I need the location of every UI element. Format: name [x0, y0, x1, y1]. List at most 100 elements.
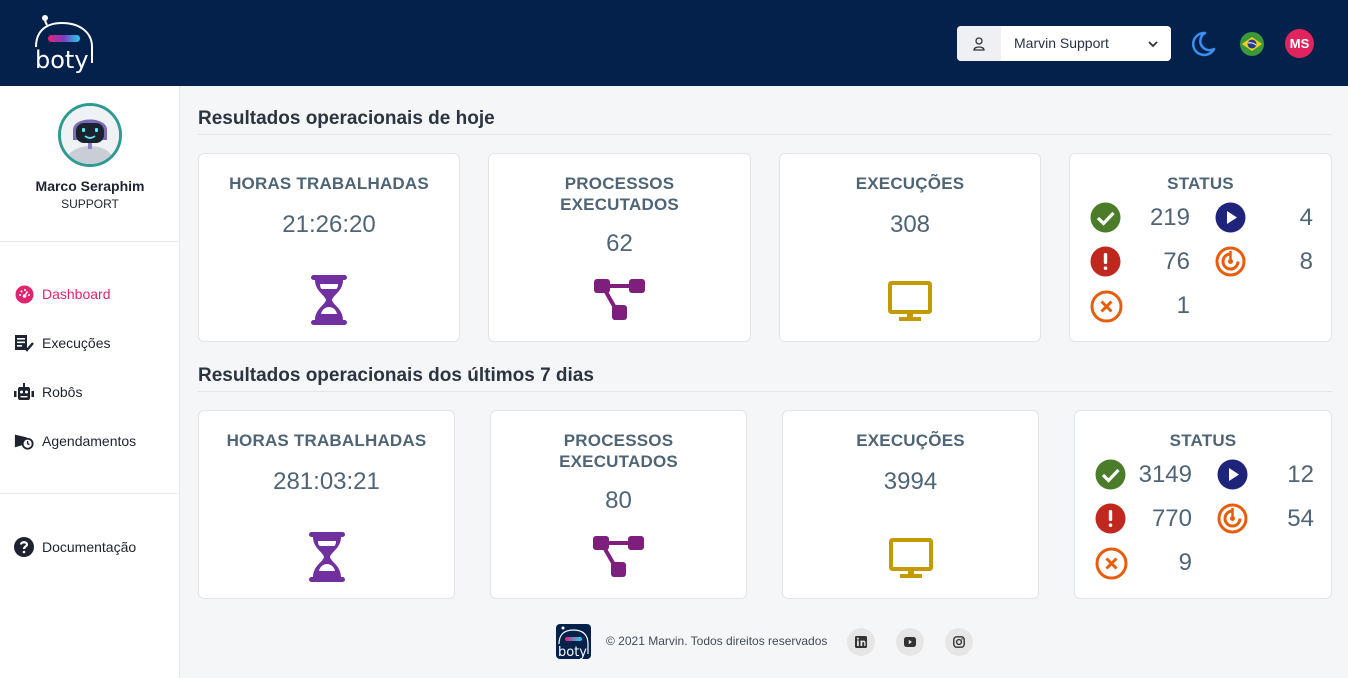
question-circle-icon	[14, 537, 34, 557]
user-select-dropdown[interactable]: Marvin Support	[957, 26, 1171, 61]
footer-boty-logo: boty	[556, 624, 591, 659]
card-title-line: PROCESSOS	[564, 174, 675, 193]
sidebar-item-agendamentos[interactable]: Agendamentos	[14, 430, 136, 452]
status-waiting-count: 8	[1299, 247, 1313, 275]
success-check-icon	[1090, 202, 1121, 233]
sidebar-item-label: Execuções	[42, 335, 111, 351]
card-hours-today: HORAS TRABALHADAS 21:26:20	[198, 153, 460, 342]
card-title-line: EXECUTADOS	[559, 452, 678, 471]
status-success-count: 219	[1149, 203, 1190, 231]
dashboard-gauge-icon	[14, 284, 34, 304]
running-play-icon	[1217, 459, 1248, 490]
section-divider	[198, 134, 1332, 135]
boty-logo[interactable]: boty	[32, 13, 96, 75]
status-running-count: 4	[1299, 203, 1313, 231]
youtube-icon[interactable]	[896, 628, 924, 656]
profile-avatar[interactable]	[58, 103, 122, 167]
card-title: STATUS	[1169, 431, 1237, 450]
card-title: PROCESSOS EXECUTADOS	[491, 430, 746, 472]
sidebar-item-label: Dashboard	[42, 286, 111, 302]
sidebar-divider	[0, 241, 179, 242]
brazil-flag-icon[interactable]	[1237, 29, 1267, 59]
section-title-week: Resultados operacionais dos últimos 7 di…	[198, 365, 594, 386]
svg-text:boty: boty	[558, 645, 587, 659]
error-exclamation-icon	[1090, 246, 1121, 277]
svg-text:boty: boty	[35, 46, 89, 74]
card-value: 80	[605, 487, 632, 514]
cancelled-x-icon	[1090, 290, 1123, 323]
success-check-icon	[1095, 459, 1126, 490]
footer-copyright: © 2021 Marvin. Todos direitos reservados	[606, 634, 828, 648]
linkedin-icon[interactable]	[847, 628, 875, 656]
card-status-today: STATUS 219 4 76 8 1	[1069, 153, 1332, 342]
card-value: 62	[606, 230, 633, 257]
user-icon	[957, 26, 1001, 61]
card-value: 3994	[883, 468, 938, 495]
card-title: PROCESSOS EXECUTADOS	[489, 173, 750, 215]
hourglass-icon	[309, 275, 349, 330]
card-title-line: PROCESSOS	[563, 431, 674, 450]
profile-name: Marco Seraphim	[35, 178, 145, 194]
status-waiting: 8	[1215, 246, 1313, 277]
card-executions-week: EXECUÇÕES 3994	[782, 410, 1039, 599]
sidebar-item-dashboard[interactable]: Dashboard	[14, 283, 111, 305]
status-success: 219	[1090, 202, 1190, 233]
running-play-icon	[1215, 202, 1246, 233]
status-cancelled-count: 9	[1178, 548, 1192, 576]
card-value: 281:03:21	[273, 468, 380, 495]
executions-list-icon	[14, 333, 34, 353]
card-status-week: STATUS 3149 12 770 54 9	[1074, 410, 1332, 599]
moon-icon[interactable]	[1188, 29, 1218, 59]
card-value: 308	[889, 211, 931, 238]
card-value: 21:26:20	[282, 211, 376, 238]
card-title: HORAS TRABALHADAS	[226, 431, 427, 450]
status-success-count: 3149	[1138, 460, 1192, 488]
robot-icon	[14, 382, 34, 402]
status-running-count: 12	[1287, 460, 1314, 488]
user-select-value: Marvin Support	[1014, 35, 1109, 51]
card-title: EXECUÇÕES	[855, 174, 965, 193]
status-error: 76	[1090, 246, 1190, 277]
sidebar: Marco Seraphim SUPPORT Dashboard Execuçõ…	[0, 86, 180, 678]
status-waiting: 54	[1217, 503, 1314, 534]
sidebar-item-robos[interactable]: Robôs	[14, 381, 82, 403]
instagram-icon[interactable]	[945, 628, 973, 656]
status-running: 4	[1215, 202, 1313, 233]
card-title: EXECUÇÕES	[856, 431, 965, 450]
cancelled-x-icon	[1095, 547, 1128, 580]
top-header: boty Marvin Support MS	[0, 0, 1348, 86]
process-flow-icon	[593, 279, 646, 326]
status-error: 770	[1095, 503, 1192, 534]
error-exclamation-icon	[1095, 503, 1126, 534]
status-error-count: 76	[1163, 247, 1190, 275]
sidebar-item-execucoes[interactable]: Execuções	[14, 332, 110, 354]
card-title: STATUS	[1167, 174, 1234, 193]
user-avatar[interactable]: MS	[1285, 29, 1314, 58]
hourglass-icon	[307, 532, 347, 587]
process-flow-icon	[592, 536, 645, 583]
sidebar-item-label: Agendamentos	[42, 433, 137, 449]
card-title-line: EXECUTADOS	[560, 195, 679, 214]
status-cancelled: 9	[1095, 547, 1192, 580]
schedule-clock-icon	[14, 431, 34, 451]
status-cancelled: 1	[1090, 290, 1190, 323]
card-processes-week: PROCESSOS EXECUTADOS 80	[490, 410, 747, 599]
card-title: HORAS TRABALHADAS	[229, 174, 429, 193]
waiting-radar-icon	[1215, 246, 1246, 277]
sidebar-item-label: Documentação	[42, 539, 137, 555]
card-hours-week: HORAS TRABALHADAS 281:03:21	[198, 410, 455, 599]
sidebar-item-documentacao[interactable]: Documentação	[14, 536, 136, 558]
monitor-icon	[888, 538, 933, 585]
waiting-radar-icon	[1217, 503, 1248, 534]
sidebar-item-label: Robôs	[42, 384, 83, 400]
status-cancelled-count: 1	[1176, 291, 1190, 319]
sidebar-divider	[0, 493, 179, 494]
chevron-down-icon	[1135, 26, 1171, 61]
card-processes-today: PROCESSOS EXECUTADOS 62	[488, 153, 751, 342]
monitor-icon	[888, 281, 932, 328]
profile-role: SUPPORT	[61, 197, 119, 211]
status-running: 12	[1217, 459, 1314, 490]
section-title-today: Resultados operacionais de hoje	[198, 108, 495, 129]
card-executions-today: EXECUÇÕES 308	[779, 153, 1041, 342]
status-error-count: 770	[1151, 504, 1192, 532]
